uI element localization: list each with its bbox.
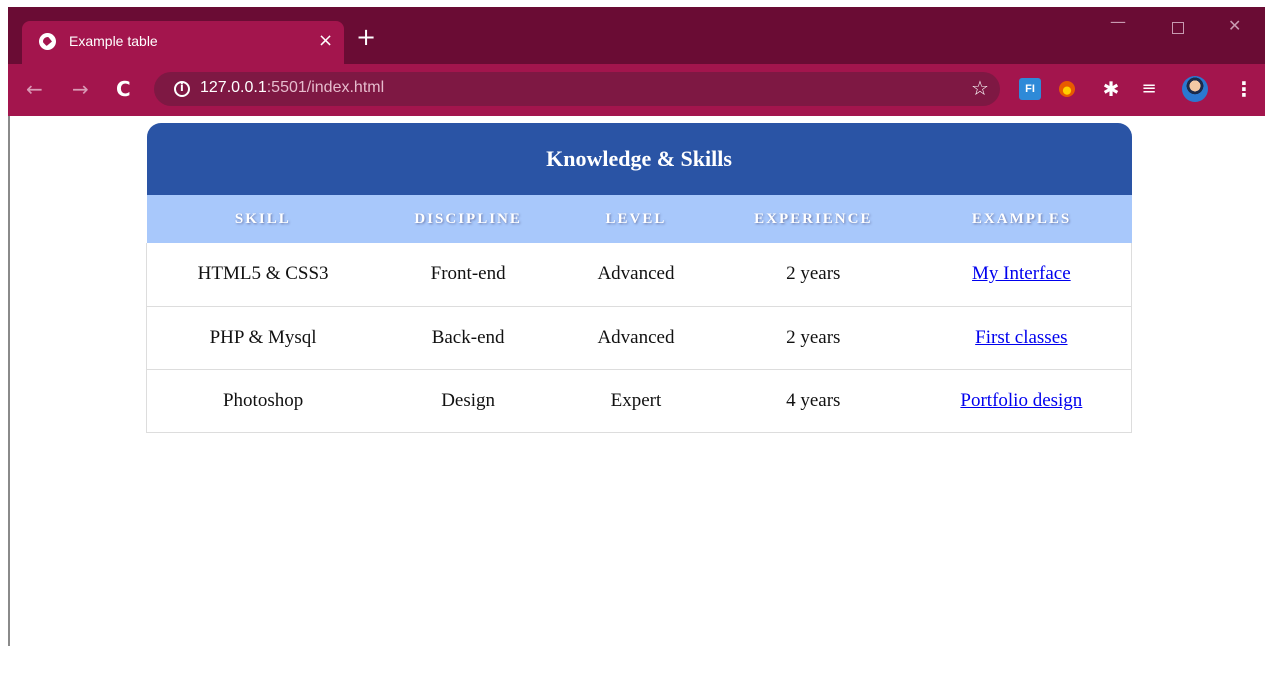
cell-discipline: Front-end	[379, 243, 558, 307]
extensions-puzzle-icon[interactable]: ✱	[1100, 78, 1122, 100]
cell-experience: 2 years	[714, 306, 912, 370]
browser-tab[interactable]: Example table ×	[22, 21, 344, 64]
table-caption: Knowledge & Skills	[146, 123, 1132, 195]
browser-toolbar: ← → C 127.0.0.1:5501/index.html ☆ FI ✱ ≡…	[8, 64, 1265, 116]
cell-experience: 4 years	[714, 369, 912, 433]
cell-discipline: Back-end	[379, 306, 558, 370]
cell-example: First classes	[911, 306, 1132, 370]
forward-arrow-icon[interactable]: →	[72, 77, 89, 101]
table-row: HTML5 & CSS3 Front-end Advanced 2 years …	[146, 243, 1132, 307]
example-link[interactable]: My Interface	[972, 263, 1071, 284]
cell-level: Advanced	[557, 306, 715, 370]
browser-menu-icon[interactable]: ⋮	[1234, 77, 1254, 101]
reload-icon[interactable]: C	[116, 77, 131, 101]
browser-title-bar: Example table × + — ✕	[8, 7, 1265, 64]
url-path: :5501/index.html	[266, 79, 385, 96]
skills-table: Knowledge & Skills SKILL DISCIPLINE LEVE…	[146, 123, 1132, 433]
extension-fi-icon[interactable]: FI	[1019, 78, 1041, 100]
column-header-experience: EXPERIENCE	[714, 195, 912, 243]
url-host: 127.0.0.1	[200, 79, 267, 96]
cell-level: Advanced	[557, 243, 715, 307]
maximize-window-button[interactable]	[1172, 22, 1184, 34]
close-window-button[interactable]: ✕	[1228, 17, 1241, 35]
tab-title: Example table	[69, 33, 158, 49]
url-text[interactable]: 127.0.0.1:5501/index.html	[200, 79, 384, 97]
example-link[interactable]: First classes	[975, 327, 1067, 348]
cell-example: Portfolio design	[911, 369, 1132, 433]
example-link[interactable]: Portfolio design	[960, 390, 1082, 411]
cell-skill: HTML5 & CSS3	[146, 243, 380, 307]
column-header-skill: SKILL	[146, 195, 380, 243]
column-header-discipline: DISCIPLINE	[379, 195, 558, 243]
cell-discipline: Design	[379, 369, 558, 433]
table-row: PHP & Mysql Back-end Advanced 2 years Fi…	[146, 306, 1132, 370]
address-bar[interactable]: 127.0.0.1:5501/index.html ☆	[154, 72, 1000, 106]
close-tab-icon[interactable]: ×	[318, 30, 333, 52]
extension-fire-icon[interactable]	[1059, 81, 1075, 97]
cell-experience: 2 years	[714, 243, 912, 307]
column-header-examples: EXAMPLES	[911, 195, 1132, 243]
table-row: Photoshop Design Expert 4 years Portfoli…	[146, 369, 1132, 433]
cell-skill: PHP & Mysql	[146, 306, 380, 370]
globe-icon	[39, 33, 56, 50]
cell-example: My Interface	[911, 243, 1132, 307]
new-tab-button[interactable]: +	[356, 25, 376, 49]
window-edge-divider	[8, 116, 10, 646]
column-header-level: LEVEL	[557, 195, 715, 243]
bookmark-star-icon[interactable]: ☆	[971, 76, 989, 100]
minimize-window-button[interactable]: —	[1110, 13, 1126, 31]
back-arrow-icon[interactable]: ←	[26, 77, 43, 101]
profile-avatar[interactable]	[1182, 76, 1208, 102]
cell-level: Expert	[557, 369, 715, 433]
site-info-icon[interactable]	[174, 81, 190, 97]
media-control-icon[interactable]: ≡	[1138, 78, 1160, 100]
cell-skill: Photoshop	[146, 369, 380, 433]
table-header-row: SKILL DISCIPLINE LEVEL EXPERIENCE EXAMPL…	[146, 195, 1132, 243]
